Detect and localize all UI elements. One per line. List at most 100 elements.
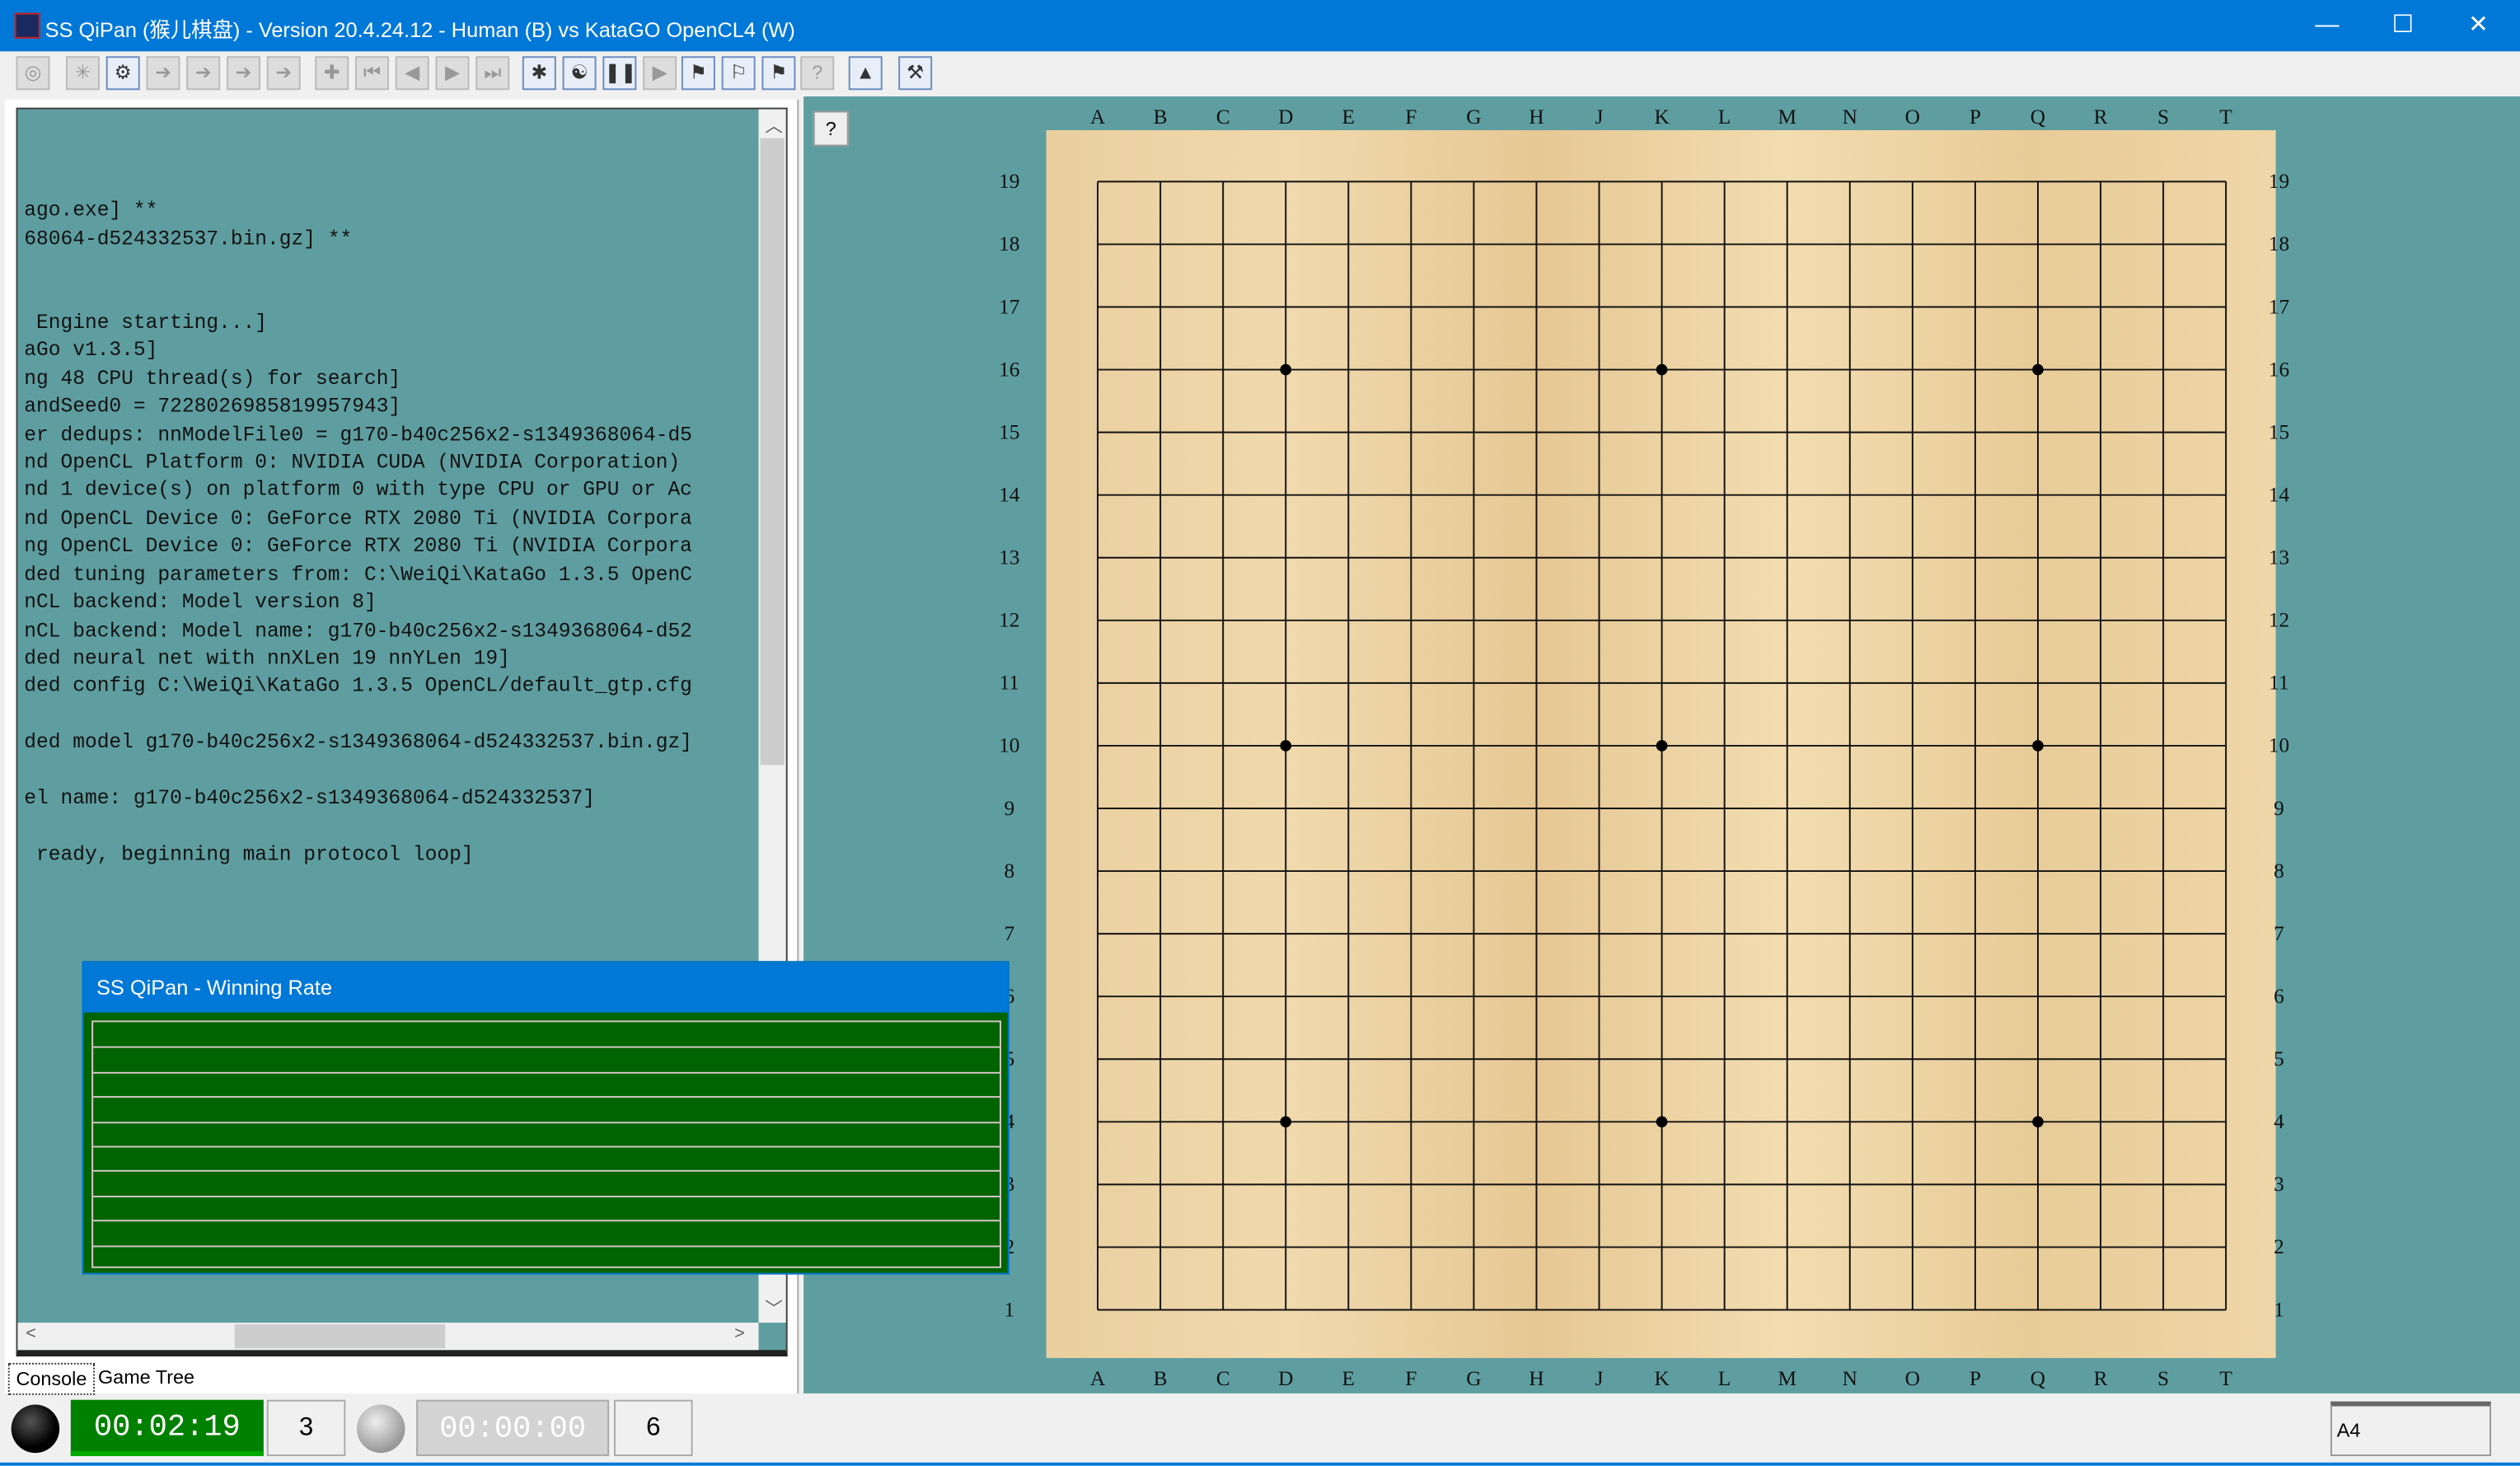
winrate-gridline: [93, 1195, 1000, 1197]
help-button[interactable]: ?: [813, 110, 849, 147]
top-column-label: K: [1654, 104, 1670, 129]
bottom-column-label: H: [1529, 1365, 1544, 1391]
white-stone-icon: [356, 1404, 405, 1454]
top-column-label: P: [1969, 104, 1981, 129]
last-move-icon[interactable]: ⏭: [475, 56, 510, 91]
bottom-column-label: T: [2219, 1365, 2232, 1391]
go-board[interactable]: [1046, 129, 2276, 1359]
minimize-button[interactable]: —: [2290, 0, 2364, 51]
bottom-column-label: L: [1717, 1365, 1731, 1391]
tools-icon[interactable]: ⚒: [898, 56, 933, 91]
maximize-button[interactable]: ☐: [2366, 0, 2440, 51]
back-icon[interactable]: ➔: [266, 56, 301, 91]
right-row-label: 13: [2268, 545, 2290, 569]
right-row-label: 6: [2274, 983, 2284, 1008]
setup-icon[interactable]: ⚙: [105, 56, 140, 91]
top-column-label: H: [1529, 104, 1544, 129]
analyze-icon[interactable]: ✱: [522, 56, 556, 91]
horizontal-scrollbar[interactable]: < >: [17, 1323, 759, 1351]
top-column-label: R: [2093, 104, 2108, 129]
scroll-down-icon[interactable]: ﹀: [765, 1295, 782, 1321]
red-flag-icon[interactable]: ⚑: [761, 56, 796, 91]
right-row-label: 14: [2268, 482, 2290, 507]
bottom-column-label: K: [1654, 1365, 1670, 1391]
bottom-column-label: A: [1089, 1365, 1106, 1391]
black-clock: 00:02:19: [70, 1399, 264, 1456]
close-button[interactable]: ✕: [2442, 0, 2516, 51]
right-row-label: 7: [2274, 920, 2284, 945]
app-icon: [14, 12, 40, 39]
winrate-gridline: [93, 1121, 1000, 1123]
right-row-label: 11: [2269, 670, 2289, 695]
top-column-label: T: [2219, 104, 2232, 129]
scroll-right-icon[interactable]: >: [734, 1324, 745, 1343]
green-flag-icon[interactable]: ⚑: [681, 56, 715, 91]
tab-console[interactable]: Console: [7, 1362, 96, 1395]
white-clock: 00:00:00: [416, 1399, 610, 1456]
next-move-icon[interactable]: ▶: [435, 56, 470, 91]
horizontal-scroll-thumb[interactable]: [234, 1324, 446, 1349]
winrate-gridline: [93, 1170, 1000, 1173]
left-row-label: 8: [1004, 858, 1015, 883]
winrate-gridline: [93, 1071, 1000, 1074]
right-row-label: 2: [2274, 1234, 2284, 1259]
white-flag-icon[interactable]: ⚐: [721, 56, 756, 91]
yinyang-icon[interactable]: ☯: [562, 56, 597, 91]
star-point: [1656, 363, 1668, 376]
right-row-label: 16: [2268, 356, 2290, 382]
play-icon[interactable]: ▶: [643, 56, 677, 91]
star-point: [1280, 1116, 1292, 1128]
hint-icon[interactable]: ?: [800, 56, 835, 91]
bottom-column-label: J: [1595, 1365, 1604, 1391]
board-grid[interactable]: [1047, 130, 2276, 1358]
next-variation-icon[interactable]: ➔: [146, 56, 180, 91]
status-bar: 00:02:19 3 00:00:00 6 A4: [0, 1394, 2520, 1466]
right-row-label: 1: [2274, 1296, 2284, 1322]
star-point: [2032, 1116, 2044, 1128]
picture-icon[interactable]: ▲: [848, 56, 883, 91]
pause-icon[interactable]: ❚❚: [602, 56, 637, 91]
tab-game-tree[interactable]: Game Tree: [91, 1363, 201, 1392]
left-row-label: 7: [1004, 920, 1015, 945]
right-row-label: 12: [2268, 607, 2290, 632]
top-column-label: D: [1278, 104, 1294, 129]
bottom-column-label: G: [1466, 1365, 1482, 1391]
engine-icon[interactable]: ◎: [16, 56, 50, 91]
new-icon[interactable]: ✳: [65, 56, 100, 91]
left-row-label: 17: [999, 293, 1020, 319]
left-row-label: 9: [1004, 795, 1015, 820]
prev-variation-icon[interactable]: ➔: [186, 56, 221, 91]
top-column-label: L: [1717, 104, 1731, 129]
winrate-gridline: [93, 1096, 1000, 1098]
top-column-label: Q: [2030, 104, 2046, 129]
vertical-scroll-thumb[interactable]: [760, 138, 785, 766]
left-row-label: 12: [999, 607, 1020, 632]
bottom-column-label: O: [1904, 1365, 1920, 1391]
star-point: [1280, 363, 1292, 376]
winning-rate-window: SS QiPan - Winning Rate: [82, 961, 1009, 1275]
left-row-label: 16: [999, 356, 1020, 382]
first-move-icon[interactable]: ⏮: [355, 56, 389, 91]
right-row-label: 5: [2274, 1046, 2284, 1070]
top-column-label: E: [1342, 104, 1356, 129]
top-column-label: O: [1904, 104, 1920, 129]
left-row-label: 15: [999, 419, 1020, 444]
bottom-column-label: B: [1153, 1365, 1168, 1391]
left-row-label: 19: [999, 168, 1020, 194]
add-icon[interactable]: ✚: [315, 56, 349, 91]
right-row-label: 8: [2274, 858, 2284, 883]
bottom-column-label: Q: [2030, 1365, 2046, 1391]
right-row-label: 10: [2268, 733, 2290, 757]
prev-move-icon[interactable]: ◀: [395, 56, 429, 91]
bottom-column-label: S: [2157, 1365, 2170, 1391]
right-row-label: 3: [2274, 1171, 2284, 1197]
bottom-column-label: F: [1405, 1365, 1417, 1391]
white-capture-count: 6: [614, 1399, 693, 1456]
star-point: [2032, 740, 2044, 752]
forward-icon[interactable]: ➔: [226, 56, 260, 91]
board-area: ? A A B B C C D D E E F F G G H H J J K K L L M M N N O O P P Q Q R R S S T T…: [803, 96, 2520, 1393]
top-column-label: F: [1405, 104, 1417, 129]
bottom-column-label: D: [1278, 1365, 1294, 1391]
scroll-up-icon[interactable]: ︿: [765, 113, 782, 138]
scroll-left-icon[interactable]: <: [26, 1324, 36, 1343]
